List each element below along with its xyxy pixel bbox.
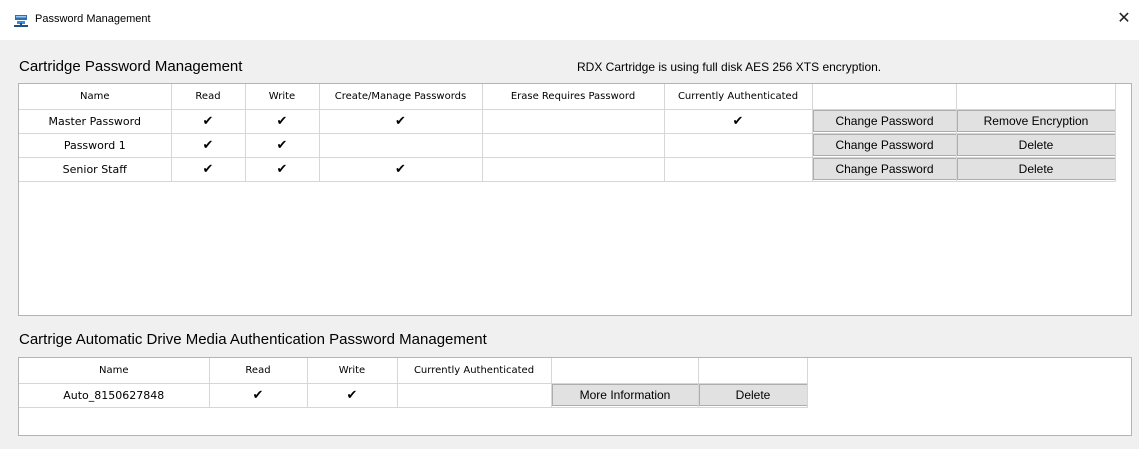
authenticated-cell <box>664 157 813 182</box>
column-header: Currently Authenticated <box>664 84 813 110</box>
read-check-icon: ✔ <box>209 383 308 408</box>
erase-requires-cell <box>482 133 665 158</box>
create-manage-cell <box>319 133 483 158</box>
network-drive-icon <box>14 15 28 27</box>
delete-button[interactable]: Delete <box>956 158 1114 180</box>
cartridge-password-table: Name Read Write Create/Manage Passwords … <box>18 83 1132 316</box>
column-header: Name <box>19 358 210 384</box>
column-header <box>551 358 699 384</box>
row-name: Master Password <box>19 109 172 134</box>
column-header: Name <box>19 84 172 110</box>
column-header: Write <box>245 84 320 110</box>
write-check-icon: ✔ <box>245 133 320 158</box>
write-check-icon: ✔ <box>245 157 320 182</box>
row-name: Senior Staff <box>19 157 172 182</box>
encryption-note: RDX Cartridge is using full disk AES 256… <box>577 60 882 74</box>
table-header-row: Name Read Write Create/Manage Passwords … <box>19 84 1116 110</box>
close-icon[interactable]: ✕ <box>1109 8 1139 30</box>
authenticated-cell <box>664 133 813 158</box>
create-manage-check-icon: ✔ <box>319 157 483 182</box>
table-row: Master Password ✔ ✔ ✔ ✔ Change Password … <box>19 109 1116 134</box>
table-row: Senior Staff ✔ ✔ ✔ Change Password Delet… <box>19 157 1116 182</box>
cartridge-section-title: Cartridge Password Management <box>19 58 243 75</box>
erase-requires-cell <box>482 109 665 134</box>
read-check-icon: ✔ <box>171 109 246 134</box>
column-header: Write <box>307 358 398 384</box>
create-manage-check-icon: ✔ <box>319 109 483 134</box>
read-check-icon: ✔ <box>171 157 246 182</box>
window-title: Password Management <box>35 13 151 25</box>
write-check-icon: ✔ <box>245 109 320 134</box>
column-header <box>956 84 1116 110</box>
column-header: Currently Authenticated <box>397 358 552 384</box>
column-header: Create/Manage Passwords <box>319 84 483 110</box>
column-header: Read <box>171 84 246 110</box>
auto-auth-password-table: Name Read Write Currently Authenticated … <box>18 357 1132 436</box>
authenticated-check-icon: ✔ <box>664 109 813 134</box>
table-row: Password 1 ✔ ✔ Change Password Delete <box>19 133 1116 158</box>
read-check-icon: ✔ <box>171 133 246 158</box>
delete-button[interactable]: Delete <box>956 134 1114 156</box>
change-password-button[interactable]: Change Password <box>812 158 955 180</box>
change-password-button[interactable]: Change Password <box>812 110 955 132</box>
erase-requires-cell <box>482 157 665 182</box>
write-check-icon: ✔ <box>307 383 398 408</box>
row-name: Auto_8150627848 <box>19 383 210 408</box>
delete-button[interactable]: Delete <box>698 384 806 406</box>
row-name: Password 1 <box>19 133 172 158</box>
change-password-button[interactable]: Change Password <box>812 134 955 156</box>
title-bar: Password Management ✕ <box>0 0 1139 40</box>
auto-auth-section-title: Cartrige Automatic Drive Media Authentic… <box>19 331 487 348</box>
more-information-button[interactable]: More Information <box>551 384 697 406</box>
column-header: Erase Requires Password <box>482 84 665 110</box>
table-header-row: Name Read Write Currently Authenticated <box>19 358 808 384</box>
column-header <box>812 84 957 110</box>
table-row: Auto_8150627848 ✔ ✔ More Information Del… <box>19 383 808 408</box>
authenticated-cell <box>397 383 552 408</box>
remove-encryption-button[interactable]: Remove Encryption <box>956 110 1114 132</box>
column-header <box>698 358 808 384</box>
column-header: Read <box>209 358 308 384</box>
